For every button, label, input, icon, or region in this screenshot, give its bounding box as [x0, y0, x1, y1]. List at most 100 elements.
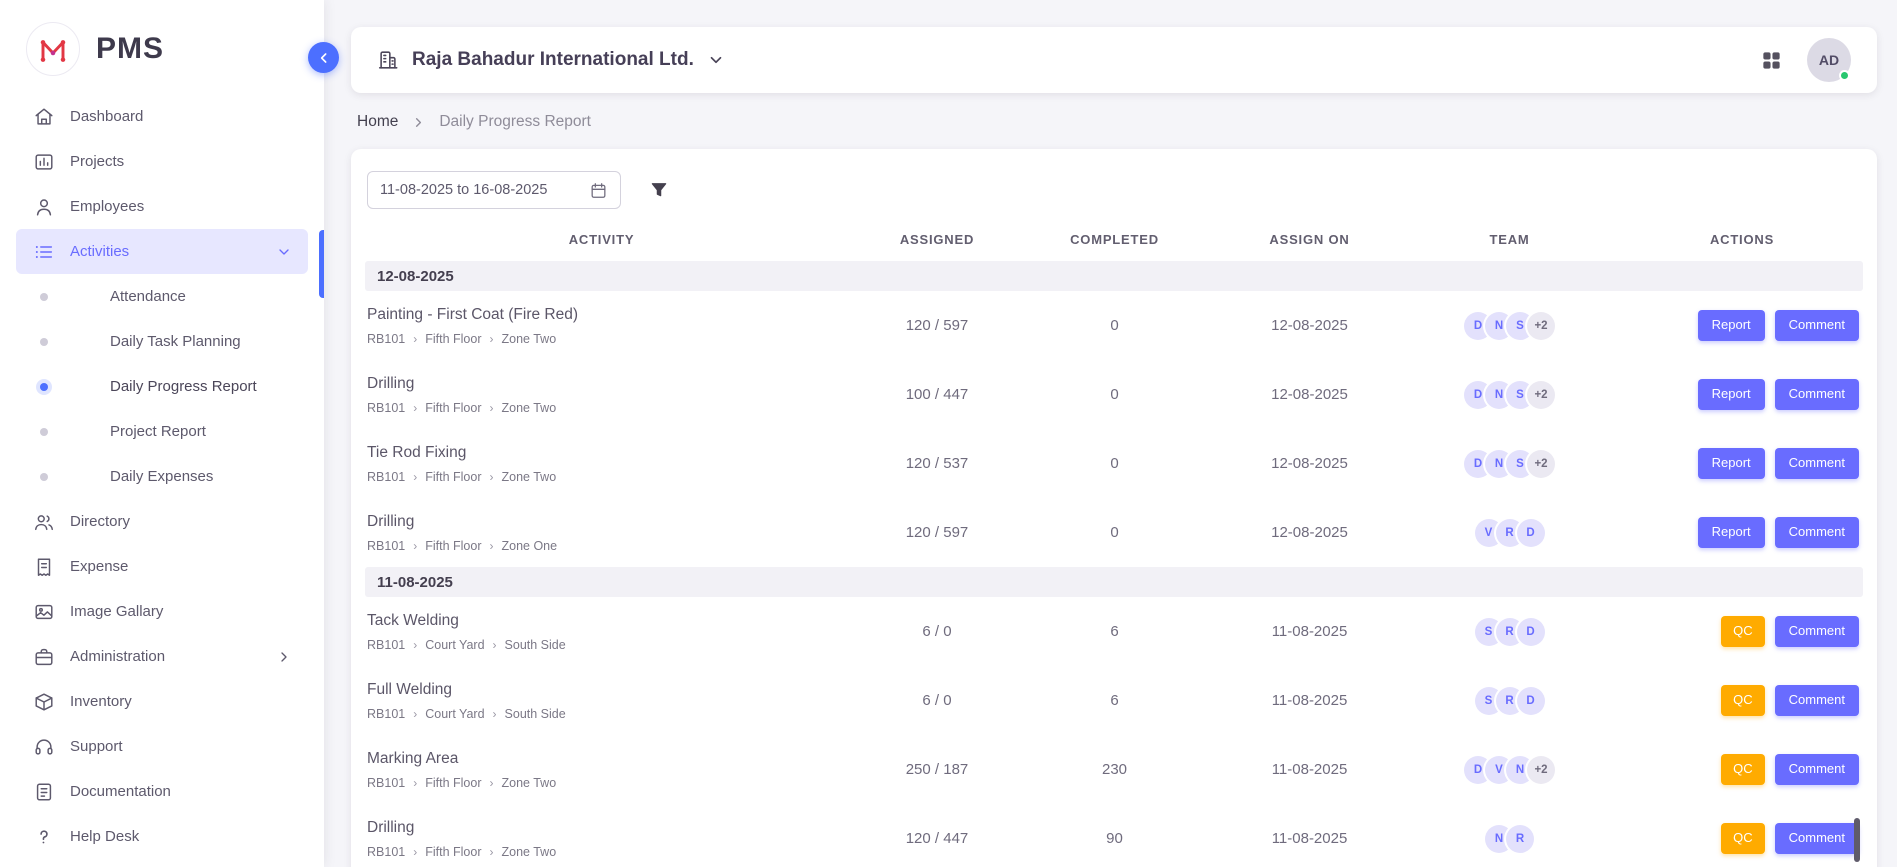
path-floor: Fifth Floor — [425, 845, 481, 859]
completed-value: 0 — [1022, 386, 1207, 403]
path-floor: Court Yard — [425, 707, 484, 721]
qc-button[interactable]: QC — [1721, 685, 1765, 715]
path-site: RB101 — [367, 776, 405, 790]
sidebar-item-support[interactable]: Support — [16, 724, 308, 769]
company-selector[interactable]: Raja Bahadur International Ltd. — [377, 49, 725, 71]
bullet-icon — [40, 338, 48, 346]
sidebar-item-directory[interactable]: Directory — [16, 499, 308, 544]
sidebar-item-label: Image Gallary — [70, 603, 163, 620]
chevron-right-icon — [411, 115, 426, 130]
path-floor: Fifth Floor — [425, 401, 481, 415]
path-floor: Fifth Floor — [425, 470, 481, 484]
comment-button[interactable]: Comment — [1775, 517, 1859, 547]
comment-button[interactable]: Comment — [1775, 823, 1859, 853]
comment-button[interactable]: Comment — [1775, 685, 1859, 715]
team-avatars: D N S +2 — [1412, 450, 1607, 478]
sidebar-item-administration[interactable]: Administration — [16, 634, 308, 679]
path-floor: Court Yard — [425, 638, 484, 652]
team-avatar: R — [1506, 825, 1534, 853]
sidebar-subitem-project-report[interactable]: Project Report — [16, 409, 308, 454]
sidebar-item-employees[interactable]: Employees — [16, 184, 308, 229]
completed-value: 0 — [1022, 317, 1207, 334]
sidebar-item-expense[interactable]: Expense — [16, 544, 308, 589]
activity-title: Tack Welding — [367, 612, 852, 630]
team-avatars: V R D — [1412, 519, 1607, 547]
sidebar-collapse-button[interactable] — [308, 42, 339, 73]
list-icon — [32, 240, 56, 264]
path-site: RB101 — [367, 539, 405, 553]
topbar-actions: AD — [1760, 38, 1851, 82]
report-button[interactable]: Report — [1698, 379, 1765, 409]
qc-button[interactable]: QC — [1721, 616, 1765, 646]
comment-button[interactable]: Comment — [1775, 310, 1859, 340]
report-button[interactable]: Report — [1698, 448, 1765, 478]
scrollbar-thumb[interactable] — [1854, 818, 1860, 862]
bullet-icon — [40, 428, 48, 436]
file-text-icon — [32, 780, 56, 804]
user-avatar[interactable]: AD — [1807, 38, 1851, 82]
activity-path: RB101› Fifth Floor› Zone Two — [367, 470, 852, 484]
bullet-icon — [40, 293, 48, 301]
sidebar-item-label: Expense — [70, 558, 128, 575]
sidebar-item-inventory[interactable]: Inventory — [16, 679, 308, 724]
chevron-down-icon — [276, 244, 292, 260]
assign-on-value: 12-08-2025 — [1207, 317, 1412, 334]
qc-button[interactable]: QC — [1721, 823, 1765, 853]
assigned-value: 120 / 537 — [852, 455, 1022, 472]
path-zone: Zone Two — [502, 845, 557, 859]
box-icon — [32, 690, 56, 714]
report-button[interactable]: Report — [1698, 517, 1765, 547]
sidebar-item-activities[interactable]: Activities — [16, 229, 308, 274]
row-actions: QC Comment — [1607, 754, 1877, 784]
app-logo[interactable]: PMS — [0, 0, 324, 90]
calendar-icon[interactable] — [589, 181, 608, 200]
table-row: Full Welding RB101› Court Yard› South Si… — [351, 666, 1877, 735]
comment-button[interactable]: Comment — [1775, 379, 1859, 409]
sidebar-item-projects[interactable]: Projects — [16, 139, 308, 184]
date-group-header: 12-08-2025 — [365, 261, 1863, 291]
sidebar-item-label: Employees — [70, 198, 144, 215]
sidebar-item-help-desk[interactable]: Help Desk — [16, 814, 308, 859]
sidebar-subitem-daily-expenses[interactable]: Daily Expenses — [16, 454, 308, 499]
sidebar-item-documentation[interactable]: Documentation — [16, 769, 308, 814]
qc-button[interactable]: QC — [1721, 754, 1765, 784]
completed-value: 6 — [1022, 623, 1207, 640]
date-range-picker[interactable] — [367, 171, 621, 209]
path-zone: South Side — [505, 638, 566, 652]
topbar: Raja Bahadur International Ltd. AD — [351, 27, 1877, 93]
sidebar-subitem-daily-progress-report[interactable]: Daily Progress Report — [16, 364, 308, 409]
table-row: Drilling RB101› Fifth Floor› Zone One 12… — [351, 498, 1877, 567]
column-header-completed: COMPLETED — [1022, 232, 1207, 247]
headset-icon — [32, 735, 56, 759]
breadcrumb: Home Daily Progress Report — [351, 93, 1877, 149]
path-zone: Zone Two — [502, 401, 557, 415]
sidebar-item-image-gallery[interactable]: Image Gallary — [16, 589, 308, 634]
bullet-icon — [40, 383, 48, 391]
avatar-initials: AD — [1819, 52, 1839, 68]
comment-button[interactable]: Comment — [1775, 448, 1859, 478]
activity-path: RB101› Fifth Floor› Zone Two — [367, 401, 852, 415]
chevron-left-icon — [316, 50, 332, 66]
comment-button[interactable]: Comment — [1775, 616, 1859, 646]
completed-value: 6 — [1022, 692, 1207, 709]
sidebar-subitem-daily-task-planning[interactable]: Daily Task Planning — [16, 319, 308, 364]
apps-grid-icon[interactable] — [1760, 49, 1783, 72]
activity-title: Full Welding — [367, 681, 852, 699]
team-avatars: S R D — [1412, 687, 1607, 715]
group-date: 11-08-2025 — [377, 574, 453, 591]
activity-path: RB101› Court Yard› South Side — [367, 638, 852, 652]
report-button[interactable]: Report — [1698, 310, 1765, 340]
sidebar-subitem-label: Daily Progress Report — [110, 378, 257, 395]
sidebar-item-dashboard[interactable]: Dashboard — [16, 94, 308, 139]
assigned-value: 6 / 0 — [852, 623, 1022, 640]
filter-funnel-icon[interactable] — [649, 180, 669, 200]
column-header-assign-on: ASSIGN ON — [1207, 232, 1412, 247]
image-icon — [32, 600, 56, 624]
breadcrumb-home[interactable]: Home — [357, 113, 398, 131]
column-header-team: TEAM — [1412, 232, 1607, 247]
sidebar-subitem-attendance[interactable]: Attendance — [16, 274, 308, 319]
sidebar-item-label: Help Desk — [70, 828, 139, 845]
date-range-input[interactable] — [380, 182, 576, 198]
comment-button[interactable]: Comment — [1775, 754, 1859, 784]
team-avatar: D — [1517, 687, 1545, 715]
